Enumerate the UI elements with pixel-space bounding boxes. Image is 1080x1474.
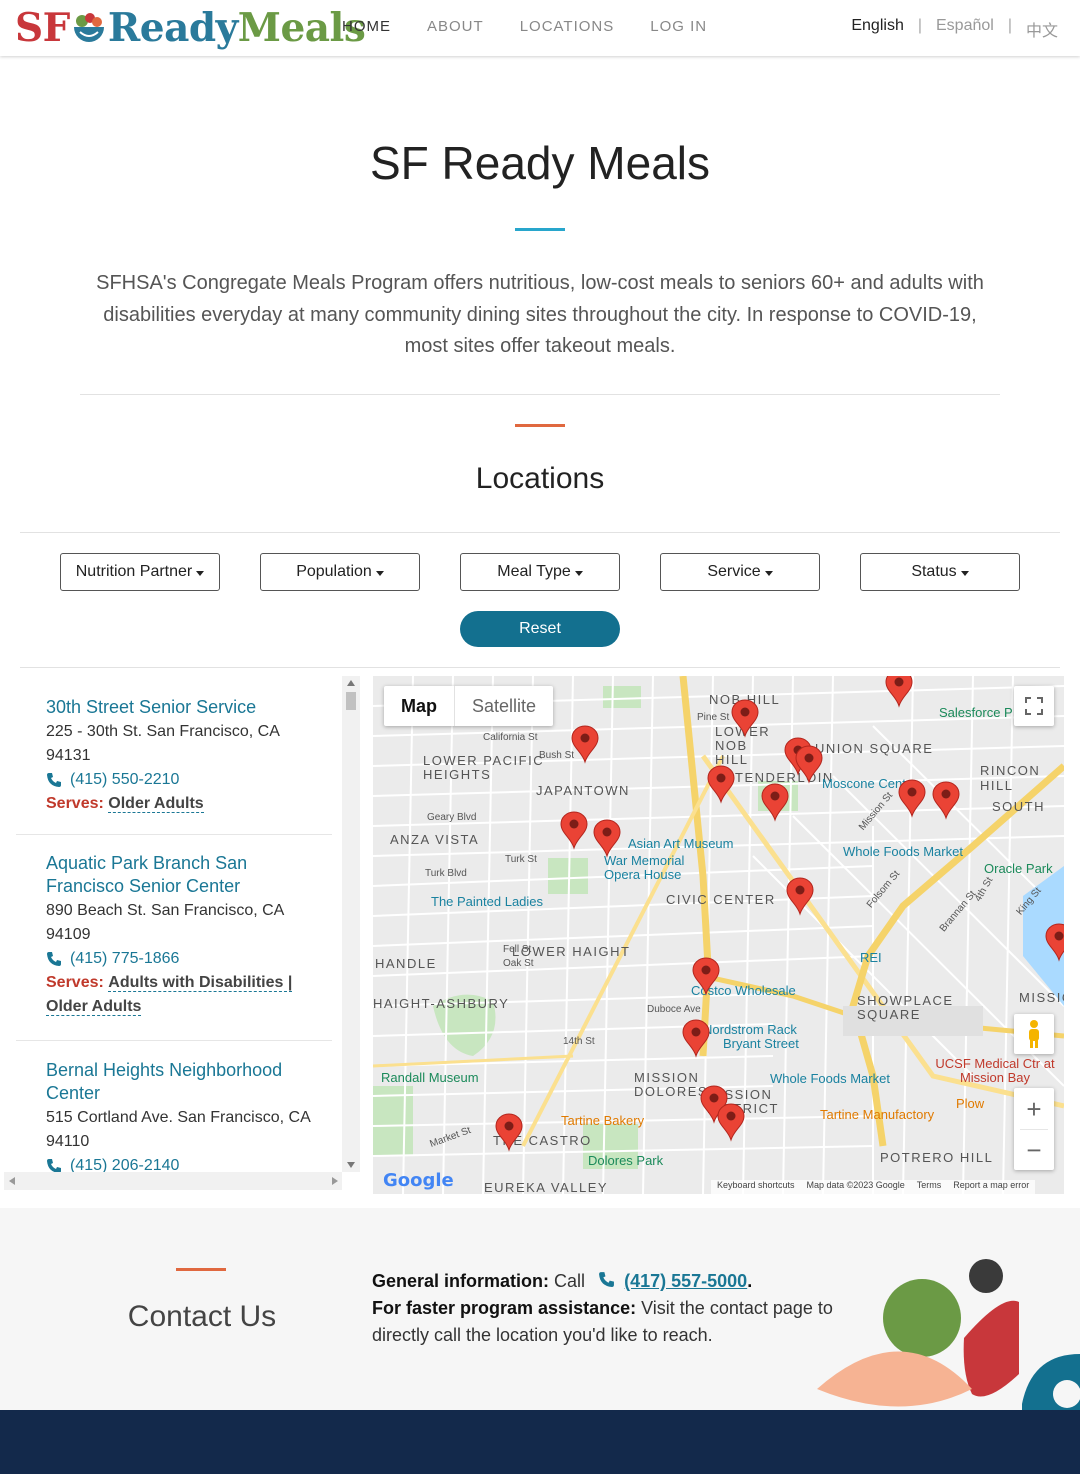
phone-icon <box>47 773 61 787</box>
location-pin[interactable] <box>560 811 588 849</box>
nav-home[interactable]: HOME <box>342 18 391 35</box>
location-address: 515 Cortland Ave. San Francisco, CA 9411… <box>46 1109 310 1150</box>
lang-separator: | <box>917 17 922 34</box>
map-data-credit: Map data ©2023 Google <box>806 1180 905 1190</box>
google-logo[interactable]: Google <box>383 1170 454 1191</box>
location-pin[interactable] <box>692 957 720 995</box>
scroll-down-icon[interactable] <box>347 1162 355 1168</box>
lang-chinese[interactable]: 中文 <box>1026 17 1058 41</box>
location-serves: Serves: Adults with Disabilities | Older… <box>46 974 293 1016</box>
main-menu: HOME ABOUT LOCATIONS LOG IN <box>342 18 743 35</box>
location-name[interactable]: Bernal Heights Neighborhood Center <box>46 1059 316 1105</box>
fullscreen-button[interactable] <box>1014 686 1054 726</box>
location-name[interactable]: Aquatic Park Branch San Francisco Senior… <box>46 852 316 898</box>
section-divider <box>20 532 1060 533</box>
fullscreen-icon <box>1025 697 1043 715</box>
location-address: 225 - 30th St. San Francisco, CA 94131 <box>46 723 280 764</box>
location-pin[interactable] <box>731 699 759 737</box>
zoom-in-button[interactable]: + <box>1026 1089 1041 1129</box>
page-title: SF Ready Meals <box>369 137 710 189</box>
accent-divider <box>515 424 565 427</box>
filter-status[interactable]: Status <box>860 553 1020 591</box>
location-pin[interactable] <box>495 1113 523 1151</box>
contact-info: General information: Call (417) 557-5000… <box>372 1271 833 1345</box>
nav-locations[interactable]: LOCATIONS <box>520 18 615 35</box>
location-pin[interactable] <box>932 781 960 819</box>
lang-english[interactable]: English <box>851 17 903 41</box>
location-serves: Serves: Older Adults <box>46 795 204 813</box>
caret-down-icon <box>764 570 773 576</box>
location-pin[interactable] <box>885 676 913 707</box>
filter-population[interactable]: Population <box>260 553 420 591</box>
brand-logo[interactable]: SF Ready Meals <box>15 4 366 52</box>
top-navbar: SF Ready Meals HOME ABOUT LOCATIONS LOG I… <box>0 0 1080 56</box>
scrollbar-thumb[interactable] <box>346 692 356 710</box>
caret-down-icon <box>574 570 583 576</box>
nav-about[interactable]: ABOUT <box>427 18 484 35</box>
list-item[interactable]: Aquatic Park Branch San Francisco Senior… <box>16 852 332 1041</box>
language-switcher: English | Español | 中文 <box>851 17 1058 41</box>
zoom-control: + − <box>1014 1088 1054 1170</box>
street-view-pegman[interactable] <box>1014 1014 1054 1054</box>
list-horizontal-scrollbar[interactable] <box>4 1172 342 1190</box>
accent-divider <box>176 1268 226 1271</box>
accent-divider <box>515 228 565 231</box>
map-type-map[interactable]: Map <box>384 686 455 726</box>
list-item[interactable]: Bernal Heights Neighborhood Center 515 C… <box>16 1059 332 1179</box>
list-item[interactable]: 30th Street Senior Service 225 - 30th St… <box>16 696 332 835</box>
location-pin[interactable] <box>571 725 599 763</box>
filter-meal-type[interactable]: Meal Type <box>460 553 620 591</box>
lang-spanish[interactable]: Español <box>936 17 994 41</box>
section-divider <box>80 394 1000 395</box>
keyboard-shortcuts-link[interactable]: Keyboard shortcuts <box>717 1180 795 1194</box>
bowl-icon <box>71 10 107 46</box>
pegman-icon <box>1029 1020 1039 1048</box>
phone-icon <box>599 1272 615 1287</box>
location-pin[interactable] <box>593 819 621 857</box>
locations-map[interactable]: NOB HILL LOWER NOB HILL UNION SQUARE LOW… <box>373 676 1064 1194</box>
contact-heading: Contact Us <box>127 1300 277 1333</box>
filter-nutrition-partner[interactable]: Nutrition Partner <box>60 553 220 591</box>
nav-login[interactable]: LOG IN <box>650 18 707 35</box>
report-error-link[interactable]: Report a map error <box>953 1180 1029 1194</box>
decorative-shapes <box>817 1259 1080 1410</box>
map-type-satellite[interactable]: Satellite <box>455 686 553 726</box>
filter-service[interactable]: Service <box>660 553 820 591</box>
scroll-up-icon[interactable] <box>347 680 355 686</box>
location-address: 890 Beach St. San Francisco, CA 94109 <box>46 902 284 943</box>
footer <box>0 1410 1080 1474</box>
caret-down-icon <box>375 570 384 576</box>
location-phone[interactable]: (415) 775-1866 <box>46 947 332 971</box>
map-attribution: Keyboard shortcuts Map data ©2023 Google… <box>711 1180 1036 1194</box>
section-divider <box>20 667 1060 668</box>
location-pin[interactable] <box>707 765 735 803</box>
location-pin[interactable] <box>682 1019 710 1057</box>
scroll-left-icon[interactable] <box>9 1177 15 1185</box>
location-pin[interactable] <box>898 779 926 817</box>
phone-icon <box>47 952 61 966</box>
lang-separator: | <box>1007 17 1012 34</box>
terms-link[interactable]: Terms <box>917 1180 942 1194</box>
location-list[interactable]: 30th Street Senior Service 225 - 30th St… <box>4 676 360 1190</box>
caret-down-icon <box>196 570 205 576</box>
location-pin[interactable] <box>1045 923 1064 961</box>
general-phone-link[interactable]: (417) 557-5000 <box>624 1271 747 1291</box>
caret-down-icon <box>960 570 969 576</box>
intro-paragraph: SFHSA's Congregate Meals Program offers … <box>96 272 984 357</box>
location-pin[interactable] <box>717 1103 745 1141</box>
reset-button[interactable]: Reset <box>460 611 620 647</box>
map-markers <box>495 676 1064 1151</box>
locations-heading: Locations <box>475 462 605 495</box>
map-type-control: Map Satellite <box>384 686 554 726</box>
location-name[interactable]: 30th Street Senior Service <box>46 696 316 719</box>
location-pin[interactable] <box>761 783 789 821</box>
location-phone[interactable]: (415) 550-2210 <box>46 768 332 792</box>
location-pin[interactable] <box>786 877 814 915</box>
location-pin[interactable] <box>795 745 823 783</box>
list-vertical-scrollbar[interactable] <box>342 676 360 1172</box>
zoom-out-button[interactable]: − <box>1026 1130 1041 1170</box>
contact-section: Contact Us General information: Call (41… <box>0 1208 1080 1410</box>
scroll-right-icon[interactable] <box>332 1177 338 1185</box>
